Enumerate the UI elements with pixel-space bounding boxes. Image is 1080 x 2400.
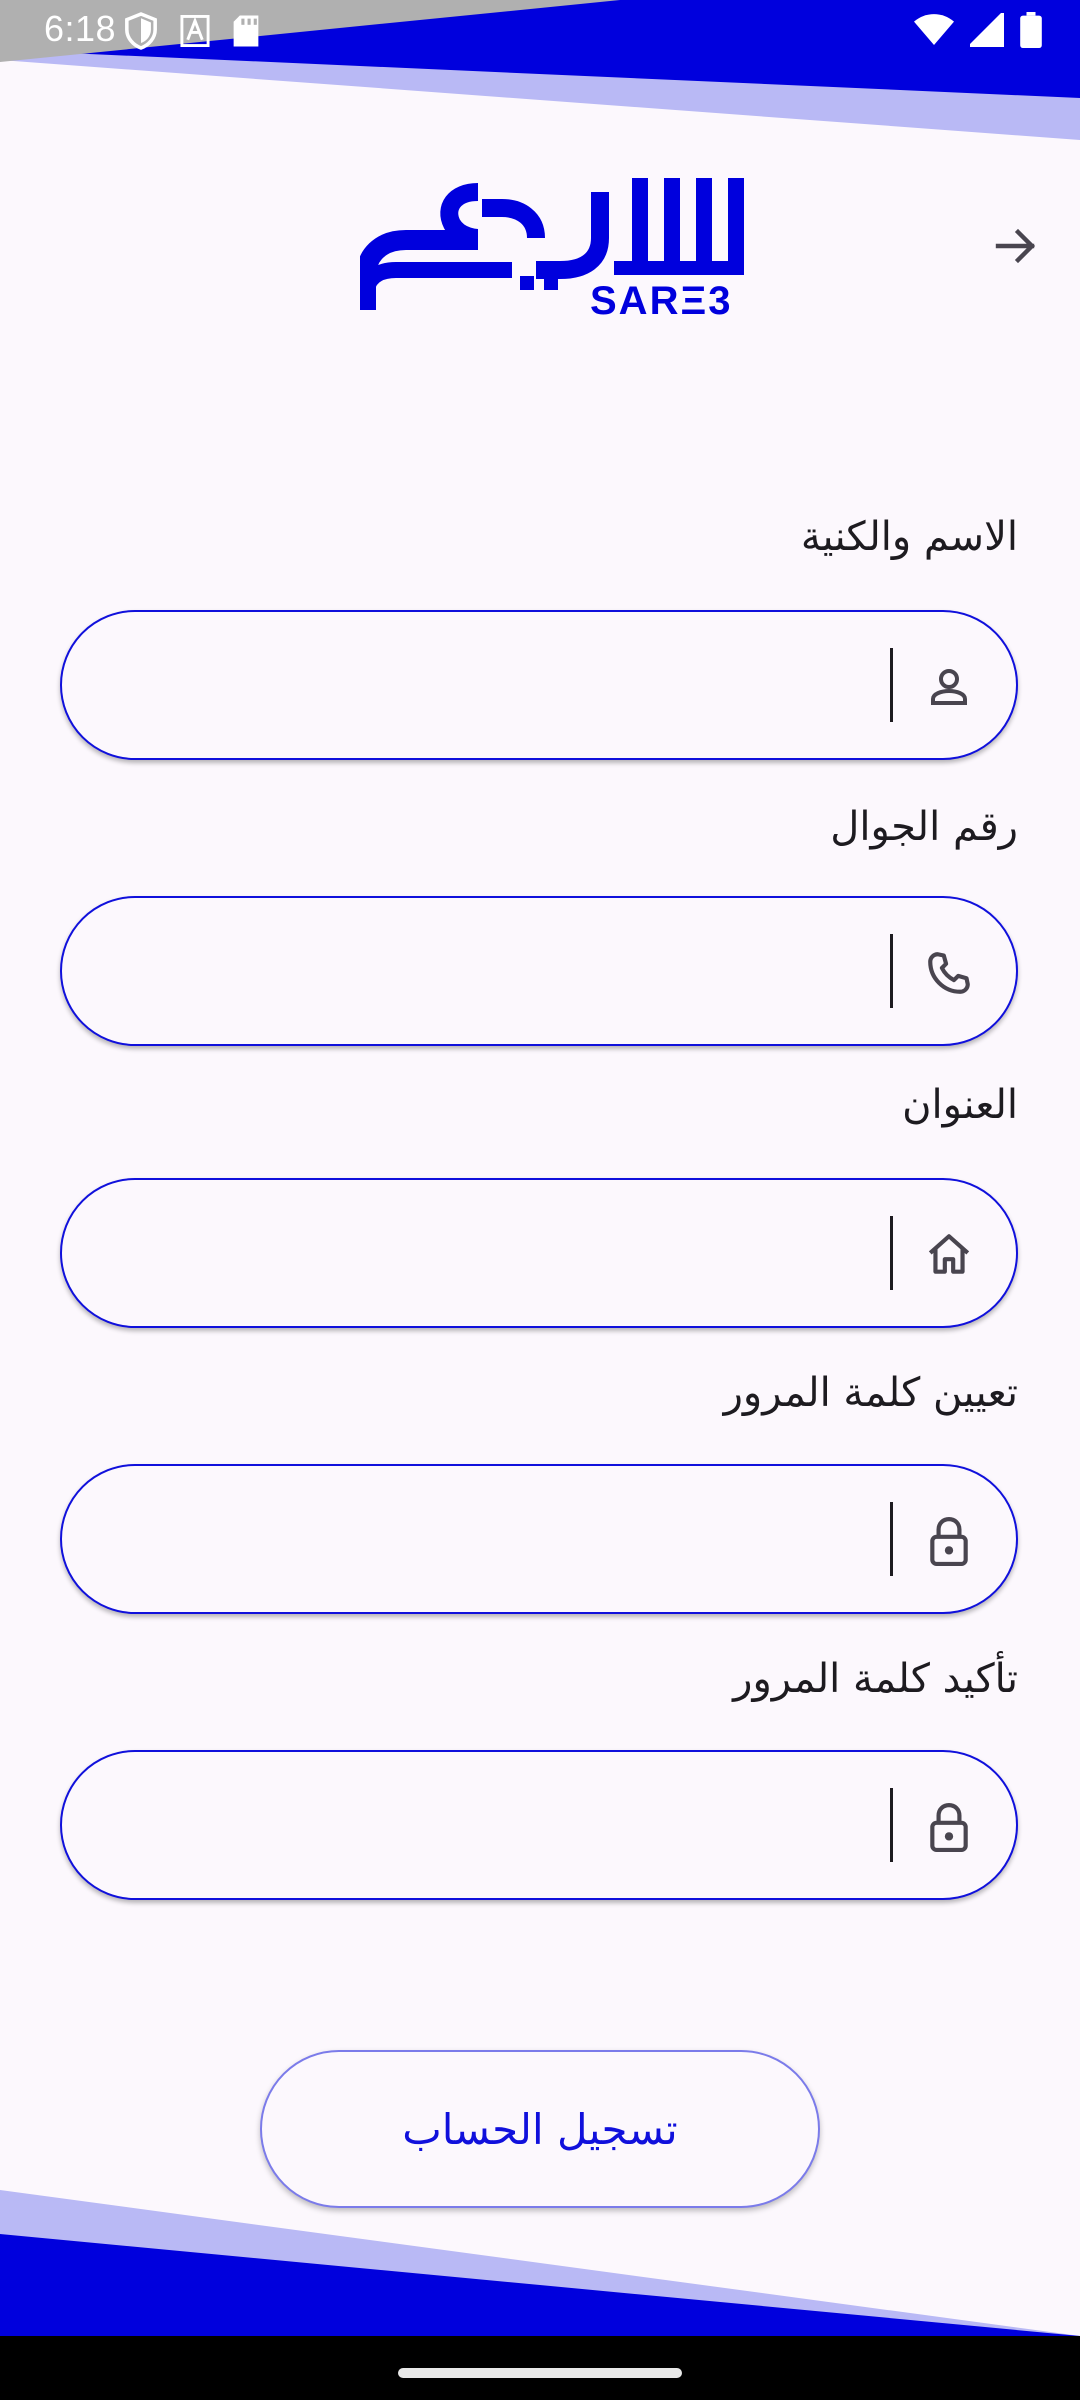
text-a-icon — [180, 15, 210, 47]
name-label: الاسم والكنية — [800, 514, 1018, 560]
lock-icon — [930, 1803, 968, 1852]
phone-input[interactable] — [102, 928, 922, 1018]
status-time: 6:18 — [44, 8, 117, 49]
name-input[interactable] — [102, 642, 922, 732]
text-cursor — [890, 1216, 893, 1290]
person-icon — [931, 669, 967, 705]
password-field[interactable] — [60, 1464, 1018, 1614]
confirm-password-input[interactable] — [102, 1782, 922, 1872]
back-button[interactable] — [984, 214, 1048, 278]
arrow-right-icon — [995, 228, 1036, 264]
status-bar: 6:18 — [0, 0, 1080, 62]
signal-icon — [970, 13, 1004, 47]
shield-icon — [125, 12, 157, 50]
bottom-decoration — [0, 2190, 1080, 2336]
password-label: تعيين كلمة المرور — [723, 1370, 1018, 1416]
text-cursor — [890, 648, 893, 722]
confirm-password-label: تأكيد كلمة المرور — [733, 1656, 1018, 1702]
logo-wordmark: SARΞ3 — [590, 279, 732, 318]
sd-card-icon — [233, 15, 259, 47]
phone-field[interactable] — [60, 896, 1018, 1046]
phone-icon — [928, 952, 970, 994]
lock-icon — [930, 1517, 968, 1566]
home-icon — [928, 1234, 970, 1274]
navigation-bar — [0, 2336, 1080, 2400]
text-cursor — [890, 934, 893, 1008]
register-button[interactable]: تسجيل الحساب — [260, 2050, 820, 2208]
address-field[interactable] — [60, 1178, 1018, 1328]
address-label: العنوان — [902, 1082, 1018, 1128]
confirm-password-field[interactable] — [60, 1750, 1018, 1900]
wifi-icon — [914, 14, 954, 45]
address-input[interactable] — [102, 1210, 922, 1300]
password-input[interactable] — [102, 1496, 922, 1586]
battery-icon — [1020, 12, 1042, 48]
phone-label: رقم الجوال — [830, 804, 1018, 850]
app-logo: SARΞ3 — [360, 178, 744, 318]
name-field[interactable] — [60, 610, 1018, 760]
home-gesture-handle[interactable] — [398, 2368, 682, 2378]
text-cursor — [890, 1788, 893, 1862]
text-cursor — [890, 1502, 893, 1576]
